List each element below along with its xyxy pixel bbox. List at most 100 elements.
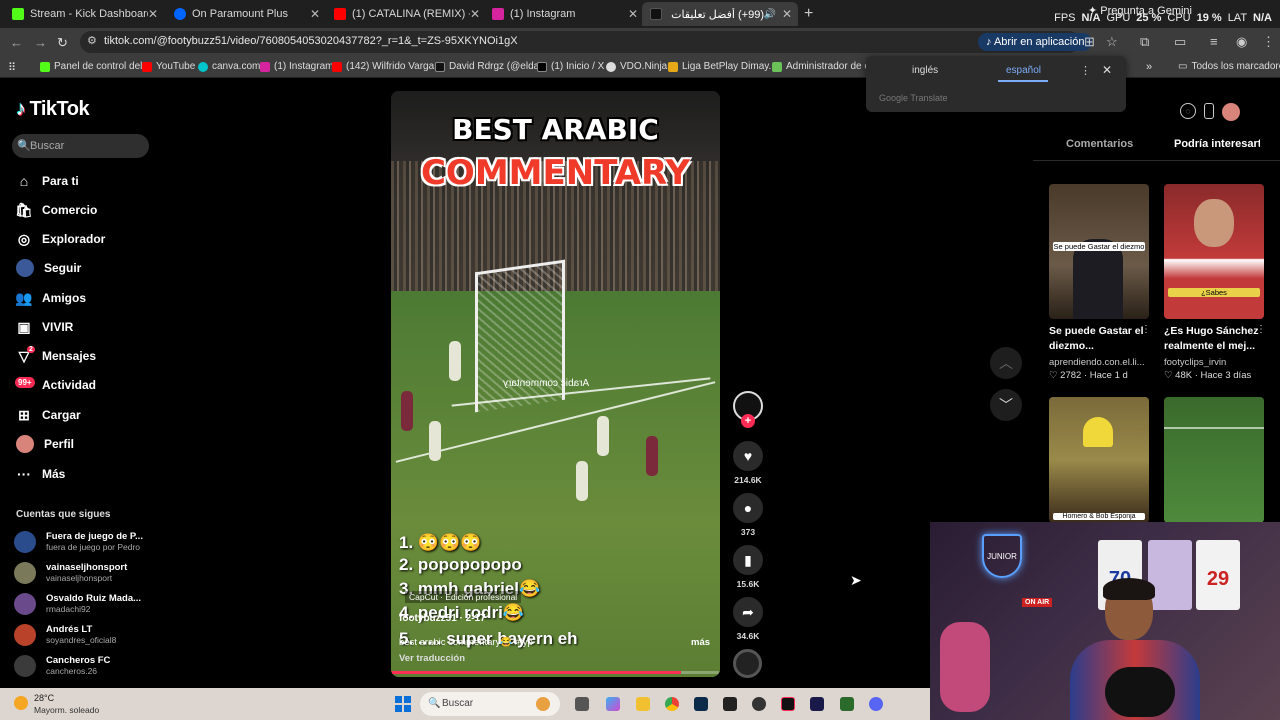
nvidia-icon[interactable]: [840, 697, 854, 711]
kebab-menu-icon[interactable]: ⋮: [1262, 34, 1275, 50]
close-icon[interactable]: ✕: [1102, 63, 1112, 77]
back-arrow-icon[interactable]: ←: [10, 35, 23, 50]
followed-account[interactable]: vainaseljhonsport vainaseljhonsport: [14, 562, 154, 586]
media-icon[interactable]: ≡: [1210, 34, 1218, 49]
suggested-video-card[interactable]: [1164, 397, 1264, 523]
device-icon[interactable]: [1204, 103, 1214, 119]
speaker-icon[interactable]: 🔊: [764, 9, 776, 20]
card-more-icon[interactable]: ⋮: [1256, 324, 1266, 335]
close-tab-icon[interactable]: ✕: [628, 7, 638, 21]
nav-item-vivir[interactable]: ▣ VIVIR: [16, 316, 73, 338]
translate-icon[interactable]: ⊞: [1084, 34, 1095, 50]
task-view-icon[interactable]: [575, 697, 589, 711]
suggested-video-card[interactable]: ¿Sabes: [1164, 184, 1264, 319]
nav-item-comercio[interactable]: 🛍 Comercio: [15, 199, 97, 221]
previous-video-button[interactable]: ︿: [990, 347, 1022, 379]
reload-icon[interactable]: ↻: [57, 35, 68, 51]
close-tab-icon[interactable]: ✕: [782, 7, 792, 21]
apps-grid-icon[interactable]: ⠿: [8, 61, 16, 74]
comment-action[interactable]: ● 373: [733, 493, 763, 537]
card-user[interactable]: footyclips_irvin: [1164, 357, 1262, 368]
search-input[interactable]: 🔍 Buscar: [12, 134, 149, 158]
sun-icon[interactable]: [14, 696, 28, 710]
close-tab-icon[interactable]: ✕: [148, 7, 158, 21]
bookmark-star-icon[interactable]: ☆: [1106, 34, 1118, 50]
capcut-label[interactable]: CapCut · Edición profesional: [405, 591, 522, 603]
see-translation-button[interactable]: Ver traducción: [399, 653, 465, 664]
chrome-icon[interactable]: [665, 697, 679, 711]
open-in-app-button[interactable]: ♪ Abrir en aplicación: [978, 33, 1093, 51]
copilot-icon[interactable]: [606, 697, 620, 711]
extensions-icon[interactable]: ⧉: [1140, 34, 1149, 50]
site-info-icon[interactable]: ⚙: [87, 34, 97, 47]
browser-tab-active[interactable]: (99+) أفضل تعليقات عربية لـ 🔊 ✕: [642, 2, 798, 26]
profile-avatar[interactable]: [1222, 103, 1240, 121]
omnibox[interactable]: ⚙ tiktok.com/@footybuzz51/video/76080540…: [80, 31, 1080, 53]
tiktok-app-icon[interactable]: [781, 697, 795, 711]
widget-icon[interactable]: [536, 697, 550, 711]
nav-item-seguir[interactable]: Seguir: [16, 257, 81, 279]
follow-plus-button[interactable]: +: [741, 414, 755, 428]
card-user[interactable]: aprendiendo.con.el.li...: [1049, 357, 1147, 368]
photoshop-icon[interactable]: [694, 697, 708, 711]
followed-account[interactable]: Cancheros FC cancheros.26: [14, 655, 154, 679]
lang-from-tab[interactable]: inglés: [912, 65, 938, 76]
bookmark-item[interactable]: YouTube: [142, 61, 195, 72]
bookmarks-overflow-button[interactable]: »: [1146, 61, 1152, 73]
bookmark-item[interactable]: (1) Inicio / X: [537, 61, 604, 72]
after-effects-icon[interactable]: [810, 697, 824, 711]
tab-comments[interactable]: Comentarios: [1066, 138, 1133, 150]
browser-tab[interactable]: On Paramount Plus ✕: [166, 2, 326, 26]
bookmark-item[interactable]: canva.com: [198, 61, 260, 72]
video-progress-bar[interactable]: [391, 671, 720, 674]
url-text[interactable]: tiktok.com/@footybuzz51/video/7608054053…: [104, 35, 518, 47]
bookmark-item[interactable]: Panel de control del...: [40, 61, 151, 72]
nav-item-amigos[interactable]: 👥 Amigos: [15, 287, 86, 309]
followed-account[interactable]: Fuera de juego de P... fuera de juego por…: [14, 531, 154, 555]
nav-item-cargar[interactable]: ⊞ Cargar: [16, 404, 81, 426]
close-tab-icon[interactable]: ✕: [310, 7, 320, 21]
video-username[interactable]: footybuzz51 · 2-17: [399, 613, 486, 624]
tiktok-logo[interactable]: ♪ TikTok: [16, 98, 90, 121]
like-action[interactable]: ♥ 214.6K: [733, 441, 763, 485]
card-title[interactable]: Se puede Gastar el diezmo...: [1049, 324, 1153, 354]
lang-to-tab[interactable]: español: [1006, 65, 1041, 76]
windows-start-icon[interactable]: [395, 696, 411, 712]
browser-tab[interactable]: (1) Instagram ✕: [484, 2, 644, 26]
bookmark-item[interactable]: (1) Instagram: [260, 61, 333, 72]
all-bookmarks-folder[interactable]: ▭ Todos los marcadores: [1178, 61, 1280, 72]
bookmark-item[interactable]: (142) Wilfrido Varga...: [332, 61, 443, 72]
save-action[interactable]: ▮ 15.6K: [733, 545, 763, 589]
nav-item-para-ti[interactable]: ⌂ Para ti: [16, 170, 79, 192]
more-button[interactable]: más: [691, 637, 710, 648]
new-tab-button[interactable]: +: [804, 5, 813, 23]
nav-item-explorador[interactable]: ◎ Explorador: [16, 228, 105, 250]
obs-icon[interactable]: [723, 697, 737, 711]
nav-item-mas[interactable]: ··· Más: [16, 463, 65, 485]
discord-icon[interactable]: [869, 697, 883, 711]
browser-tab[interactable]: (1) CATALINA (REMIX) - MR BLA ✕: [326, 2, 486, 26]
temperature[interactable]: 28°C: [34, 693, 54, 703]
tab-suggestions[interactable]: Podría interesarte: [1174, 138, 1260, 150]
suggested-video-card[interactable]: Se puede Gastar el diezmo: [1049, 184, 1149, 319]
share-action[interactable]: ➦ 34.6K: [733, 597, 763, 641]
file-explorer-icon[interactable]: [636, 697, 650, 711]
next-video-button[interactable]: ﹀: [990, 389, 1022, 421]
translate-options-icon[interactable]: ⋮: [1080, 64, 1091, 77]
app-icon[interactable]: [752, 697, 766, 711]
close-tab-icon[interactable]: ✕: [470, 7, 480, 21]
nav-item-perfil[interactable]: Perfil: [16, 433, 74, 455]
sound-disc-icon[interactable]: [733, 649, 762, 678]
followed-account[interactable]: Osvaldo Ruiz Mada... rmadachi92: [14, 593, 154, 617]
video-player[interactable]: BEST ARABIC COMMENTARY Arabic commentary…: [391, 91, 720, 677]
cast-icon[interactable]: ▭: [1174, 34, 1186, 50]
coins-icon[interactable]: ◌: [1180, 103, 1196, 119]
card-title[interactable]: ¿Es Hugo Sánchez realmente el mej...: [1164, 324, 1268, 354]
weather-text[interactable]: Mayorm. soleado: [34, 705, 99, 715]
suggested-video-card[interactable]: Homero & Bob Esponja: [1049, 397, 1149, 523]
bookmark-item[interactable]: VDO.Ninja: [606, 61, 667, 72]
bookmark-item[interactable]: David Rdrgz (@elda...: [435, 61, 548, 72]
bookmark-item[interactable]: Administrador de e...: [772, 61, 878, 72]
bookmark-item[interactable]: Liga BetPlay Dimay...: [668, 61, 777, 72]
forward-arrow-icon[interactable]: →: [34, 35, 47, 50]
